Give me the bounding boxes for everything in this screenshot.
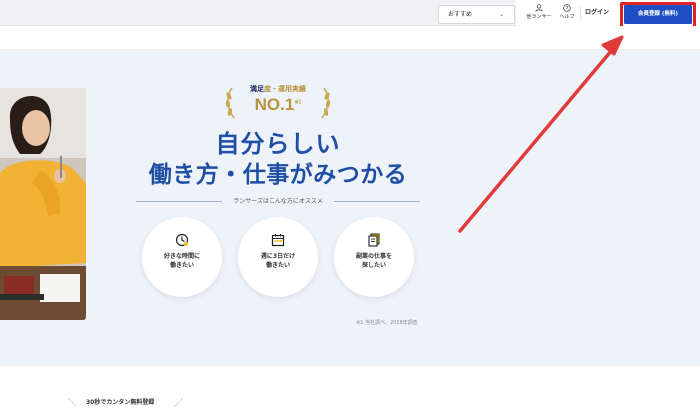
divider-left [136, 201, 222, 202]
feature-text-line1: 副業の仕事を [355, 253, 392, 260]
other-lancers-label: 他ランサー [526, 14, 552, 20]
satisfaction-badge: 満足度・運用実績 NO.1※1 [222, 82, 334, 122]
clock-icon [175, 233, 189, 247]
feature-flexible-time: 好きな時間に 働きたい [142, 217, 222, 297]
help-label: ヘルプ [559, 14, 575, 20]
recommend-text: ランサーズはこんな方にオススメ [233, 198, 323, 205]
help-link[interactable]: ? ヘルプ [552, 4, 582, 24]
help-icon: ? [563, 4, 571, 12]
headline-line2: 働き方・仕事がみつかる [148, 162, 408, 188]
survey-footnote: ※1 当社調べ、2018年調査 [356, 320, 418, 326]
sub-header-band [0, 26, 700, 50]
cta-slash-left: ＼ [68, 399, 78, 409]
cta-slash-right: ／ [174, 399, 184, 409]
hero-photo [0, 88, 86, 320]
badge-title: 満足度・運用実績 [222, 84, 334, 94]
signup-cta-text[interactable]: 30秒でカンタン無料登録 [86, 397, 154, 406]
document-icon [368, 233, 380, 247]
feature-text-line1: 週に3日だけ [260, 253, 296, 260]
feature-text-line1: 好きな時間に [163, 253, 200, 260]
chevron-down-icon: ⌄ [498, 11, 504, 18]
other-lancers-link[interactable]: 他ランサー [524, 4, 554, 24]
badge-note: ※1 [294, 99, 302, 106]
divider-right [334, 201, 420, 202]
sort-select[interactable]: おすすめ ⌄ [438, 5, 515, 24]
badge-no1-text: NO.1 [254, 95, 295, 114]
sort-select-value: おすすめ [448, 11, 473, 18]
badge-title-highlight: 満足 [250, 85, 264, 93]
person-icon [535, 4, 543, 12]
feature-text-line2: 働きたい [169, 262, 194, 269]
hero-section [0, 50, 700, 366]
badge-title-rest: 度・運用実績 [264, 85, 306, 93]
calendar-icon [271, 234, 285, 247]
feature-text-line2: 働きたい [265, 262, 290, 269]
feature-text-line2: 探したい [361, 262, 386, 269]
login-link[interactable]: ログイン [585, 7, 609, 16]
headline-line1: 自分らしい [215, 130, 341, 158]
feature-three-days: 週に3日だけ 働きたい [238, 217, 318, 297]
header-divider [580, 6, 581, 20]
feature-side-job: 副業の仕事を 探したい [334, 217, 414, 297]
badge-no1: NO.1※1 [222, 95, 334, 115]
